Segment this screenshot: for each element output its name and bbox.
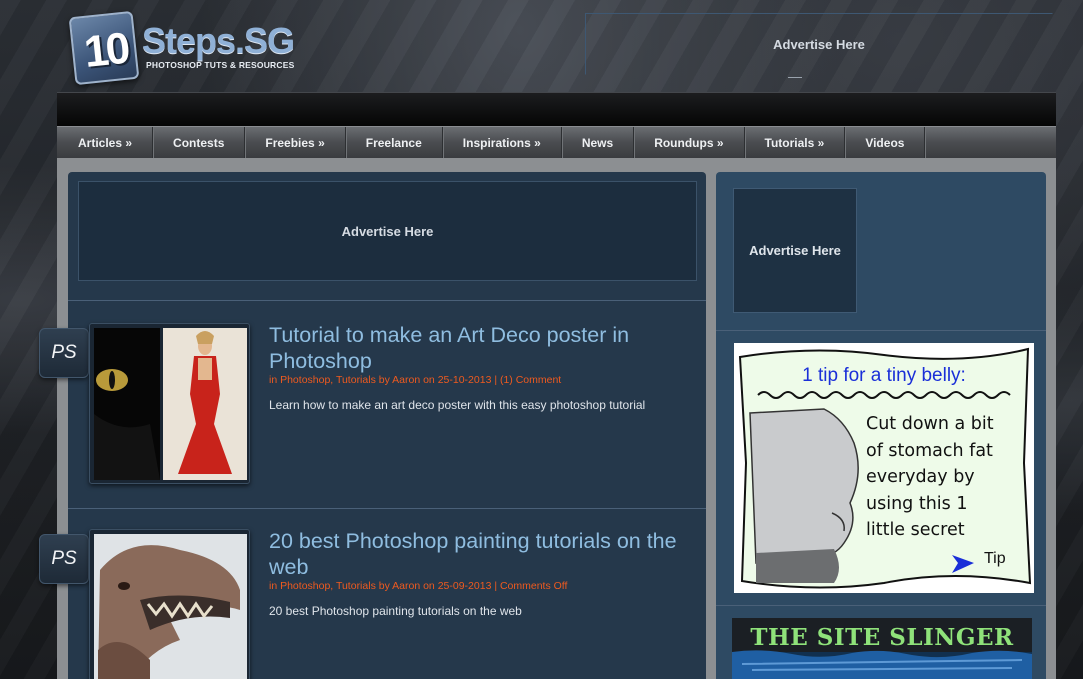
logo-number: 10 xyxy=(81,23,130,77)
nav-item-freelance[interactable]: Freelance xyxy=(346,127,443,158)
belly-ad-line: using this 1 xyxy=(866,493,968,514)
post-thumbnail[interactable] xyxy=(89,529,250,679)
nav-item-articles[interactable]: Articles » xyxy=(57,127,154,158)
belly-ad-cta[interactable]: Tip xyxy=(984,550,1006,568)
divider xyxy=(716,330,1046,331)
post-excerpt: Learn how to make an art deco poster wit… xyxy=(269,398,646,412)
logo-badge: 10 xyxy=(68,10,140,86)
post-category-badge: PS xyxy=(39,328,89,378)
main-nav: Articles » Contests Freebies » Freelance… xyxy=(57,126,1056,158)
main-ad-label: Advertise Here xyxy=(341,223,434,239)
post-title-link[interactable]: Tutorial to make an Art Deco poster in P… xyxy=(269,322,699,374)
sidebar-ad-label: Advertise Here xyxy=(749,243,841,258)
belly-ad-line: Cut down a bit xyxy=(866,414,994,434)
post-excerpt: 20 best Photoshop painting tutorials on … xyxy=(269,604,522,618)
divider xyxy=(788,77,802,78)
nav-item-tutorials[interactable]: Tutorials » xyxy=(745,127,846,158)
post-meta[interactable]: in Photoshop, Tutorials by Aaron on 25-1… xyxy=(269,374,561,386)
post-title-link[interactable]: 20 best Photoshop painting tutorials on … xyxy=(269,528,699,580)
divider xyxy=(68,300,706,301)
divider xyxy=(68,508,706,509)
header-bar xyxy=(57,92,1056,126)
post-meta[interactable]: in Photoshop, Tutorials by Aaron on 25-0… xyxy=(269,580,567,592)
site-logo[interactable]: 10 Steps.SG PHOTOSHOP TUTS & RESOURCES xyxy=(68,8,308,88)
creature-painting-thumbnail-image xyxy=(94,534,247,679)
post-category-badge: PS xyxy=(39,534,89,584)
belly-ad-line: little secret xyxy=(866,520,965,540)
belly-ad-line: of stomach fat xyxy=(866,440,993,461)
header-ad-banner[interactable]: Advertise Here xyxy=(585,13,1053,75)
nav-item-contests[interactable]: Contests xyxy=(153,127,246,158)
belly-ad-line: everyday by xyxy=(866,467,975,487)
logo-name: Steps.SG xyxy=(142,20,295,61)
belly-ad-headline: 1 tip for a tiny belly: xyxy=(802,365,966,386)
nav-item-inspirations[interactable]: Inspirations » xyxy=(443,127,562,158)
sidebar-ad-banner[interactable]: Advertise Here xyxy=(733,188,857,313)
header-ad-label: Advertise Here xyxy=(773,36,865,52)
nav-item-news[interactable]: News xyxy=(562,127,635,158)
site-slinger-title: THE SITE SLINGER xyxy=(750,624,1014,651)
belly-ad[interactable]: 1 tip for a tiny belly: Cut down a bit o… xyxy=(734,343,1034,593)
logo-tagline: PHOTOSHOP TUTS & RESOURCES xyxy=(146,60,295,70)
nav-item-roundups[interactable]: Roundups » xyxy=(634,127,745,158)
belly-ad-body: Cut down a bit of stomach fat everyday b… xyxy=(866,411,994,544)
post-thumbnail[interactable] xyxy=(89,323,250,484)
nav-item-freebies[interactable]: Freebies » xyxy=(245,127,346,158)
art-deco-thumbnail-image xyxy=(94,328,247,480)
divider xyxy=(716,605,1046,606)
main-ad-banner[interactable]: Advertise Here xyxy=(78,181,697,281)
nav-item-videos[interactable]: Videos xyxy=(845,127,926,158)
site-slinger-ad[interactable]: THE SITE SLINGER xyxy=(732,618,1032,679)
